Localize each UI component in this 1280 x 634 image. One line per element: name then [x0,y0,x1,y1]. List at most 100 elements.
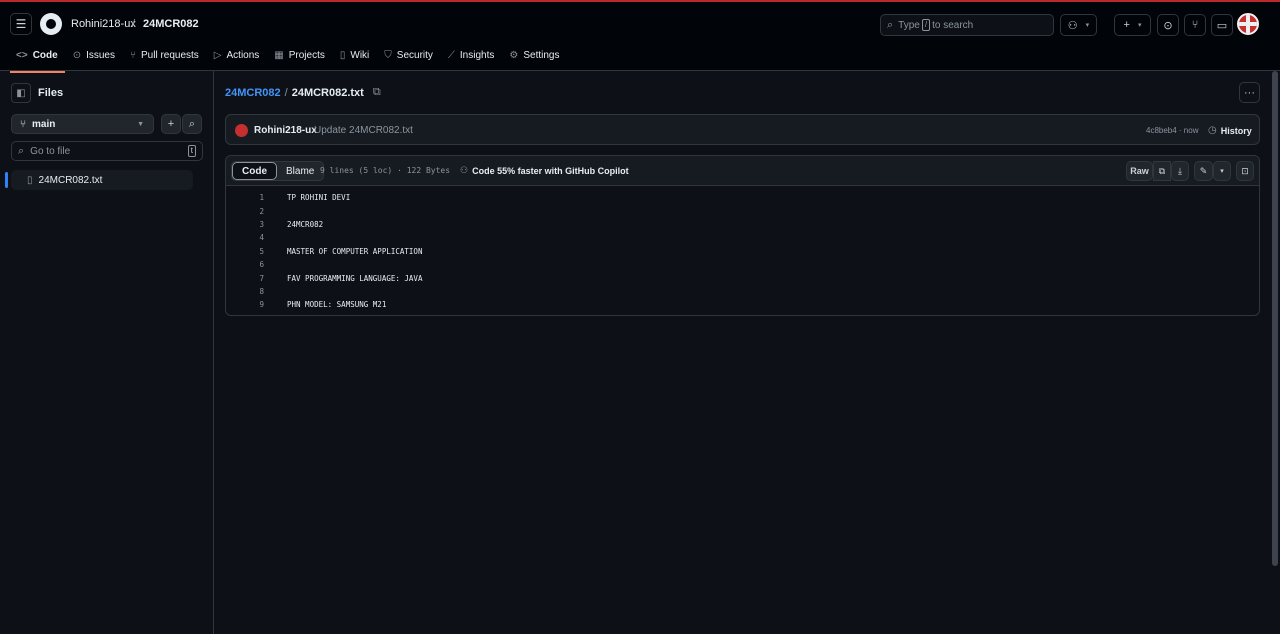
table-icon: ▦ [274,50,284,61]
latest-commit-bar: Rohini218-ux Update 24MCR082.txt 4c8beb4… [225,114,1260,145]
commit-author-avatar[interactable] [235,124,248,137]
menu-icon[interactable]: ☰ [10,13,32,35]
search-input[interactable]: ⌕ Type / to search [880,14,1054,36]
file-tree-item-label: 24MCR082.txt [38,174,103,186]
tab-pull-requests[interactable]: ⑂ Pull requests [124,47,206,73]
download-icon: ⤓ [1178,165,1182,176]
search-shortcut-key: / [921,19,931,31]
line-number[interactable]: 4 [226,233,264,242]
history-icon: ◷ [1208,125,1217,136]
github-logo-icon[interactable] [40,13,62,35]
branch-icon: ⑂ [20,118,26,130]
go-to-file-input[interactable]: ⌕ Go to file t [11,141,203,161]
inbox-button[interactable]: ▭ [1211,14,1233,36]
book-icon: ▯ [339,50,346,61]
tab-blame[interactable]: Blame [277,162,323,180]
tab-actions[interactable]: ▷ Actions [208,47,267,73]
line-number[interactable]: 1 [226,193,264,202]
sidebar-collapse-icon[interactable]: ◧ [11,83,31,103]
edit-options-button[interactable]: ▾ [1213,161,1231,181]
code-line: 3 24MCR082 [226,218,1259,231]
search-icon: ⌕ [887,18,894,31]
pencil-icon: ✎ [1199,165,1208,176]
tab-security[interactable]: ⛉ Security [378,47,440,73]
line-number[interactable]: 8 [226,287,264,296]
go-to-file-placeholder: Go to file [30,145,71,157]
file-viewer: Code Blame 9 lines (5 loc) · 122 Bytes ⚇… [225,155,1260,316]
copilot-promo-label: Code 55% faster with GitHub Copilot [472,165,629,176]
tab-label: Security [396,50,433,61]
commit-author[interactable]: Rohini218-ux [254,125,317,136]
search-files-button[interactable]: ⌕ [182,114,202,134]
add-file-button[interactable]: + [161,114,181,134]
line-number[interactable]: 5 [226,247,264,256]
copy-raw-button[interactable]: ⧉ [1153,161,1171,181]
chevron-down-icon: ▾ [1220,168,1224,175]
code-line: 7 FAV PROGRAMMING LANGUAGE: JAVA [226,271,1259,284]
branch-name: main [32,118,56,130]
copilot-promo[interactable]: ⚇ Code 55% faster with GitHub Copilot [460,165,629,176]
line-number[interactable]: 7 [226,274,264,283]
code-line: 9 PHN MODEL: SAMSUNG M21 [226,298,1259,311]
symbols-panel-button[interactable]: ⊡ [1236,161,1254,181]
user-avatar[interactable] [1237,13,1259,35]
file-breadcrumb: 24MCR082 / 24MCR082.txt ⧉ [225,86,381,99]
tab-settings[interactable]: ⚙ Settings [503,47,566,73]
tab-label: Wiki [350,50,370,61]
pull-requests-button[interactable]: ⑂ [1184,14,1206,36]
tab-code[interactable]: Code [232,162,277,180]
line-text: TP ROHINI DEVI [287,193,351,203]
tab-label: Pull requests [140,50,199,61]
tab-label: Actions [226,50,260,61]
download-button[interactable]: ⤓ [1171,161,1189,181]
line-number[interactable]: 3 [226,220,264,229]
commit-message[interactable]: Update 24MCR082.txt [314,125,413,136]
tab-code[interactable]: <> Code [10,47,65,73]
tab-insights[interactable]: ⟋ Insights [442,47,501,73]
line-number[interactable]: 6 [226,260,264,269]
create-new-button[interactable]: + ▾ [1114,14,1151,36]
copilot-button[interactable]: ⚇ ▾ [1060,14,1097,36]
issues-button[interactable]: ⊙ [1157,14,1179,36]
history-button[interactable]: ◷ History [1208,125,1252,136]
scrollbar-thumb[interactable] [1272,71,1278,566]
tab-projects[interactable]: ▦ Projects [268,47,332,73]
commit-sha-time[interactable]: 4c8beb4 · now [1146,126,1198,135]
tab-issues[interactable]: ⊙ Issues [67,47,122,73]
breadcrumb-separator: / [284,86,288,99]
tab-wiki[interactable]: ▯ Wiki [334,47,376,73]
code-lines: 1 TP ROHINI DEVI 2 3 24MCR082 4 5 MASTER OF COM… [226,186,1259,312]
breadcrumb-repo-link[interactable]: 24MCR082 [225,87,281,99]
breadcrumb-owner[interactable]: Rohini218-ux [71,18,136,30]
file-icon: ▯ [27,174,33,186]
shield-icon: ⛉ [384,50,392,61]
copilot-icon: ⚇ [460,165,469,175]
history-label: History [1220,125,1252,136]
line-text: PHN MODEL: SAMSUNG M21 [287,300,387,310]
file-tree-item[interactable]: ▯ 24MCR082.txt [5,170,193,190]
line-number[interactable]: 9 [226,300,264,309]
code-line: 1 TP ROHINI DEVI [226,191,1259,204]
files-title: Files [38,87,64,99]
kebab-horizontal-icon: ··· [1244,86,1255,99]
breadcrumb-repo[interactable]: 24MCR082 [143,18,199,30]
pull-request-icon: ⑂ [1191,19,1199,31]
chevron-down-icon: ▾ [1137,22,1142,29]
issue-icon: ⊙ [72,50,82,61]
search-prefix: Type [898,19,920,31]
graph-icon: ⟋ [447,50,455,61]
code-line: 4 [226,231,1259,244]
search-icon: ⌕ [18,144,25,157]
plus-icon: + [167,118,175,130]
more-options-button[interactable]: ··· [1239,82,1260,103]
line-number[interactable]: 2 [226,207,264,216]
page-scrollbar[interactable] [1271,71,1280,634]
view-mode-toggle: Code Blame [231,161,325,181]
file-viewer-header: Code Blame 9 lines (5 loc) · 122 Bytes ⚇… [226,156,1259,186]
tab-label: Insights [459,50,495,61]
raw-button[interactable]: Raw [1126,161,1153,181]
edit-button[interactable]: ✎ [1194,161,1213,181]
branch-selector[interactable]: ⑂ main ▼ [11,114,154,134]
inbox-icon: ▭ [1216,19,1228,32]
copy-path-icon[interactable]: ⧉ [373,86,381,99]
